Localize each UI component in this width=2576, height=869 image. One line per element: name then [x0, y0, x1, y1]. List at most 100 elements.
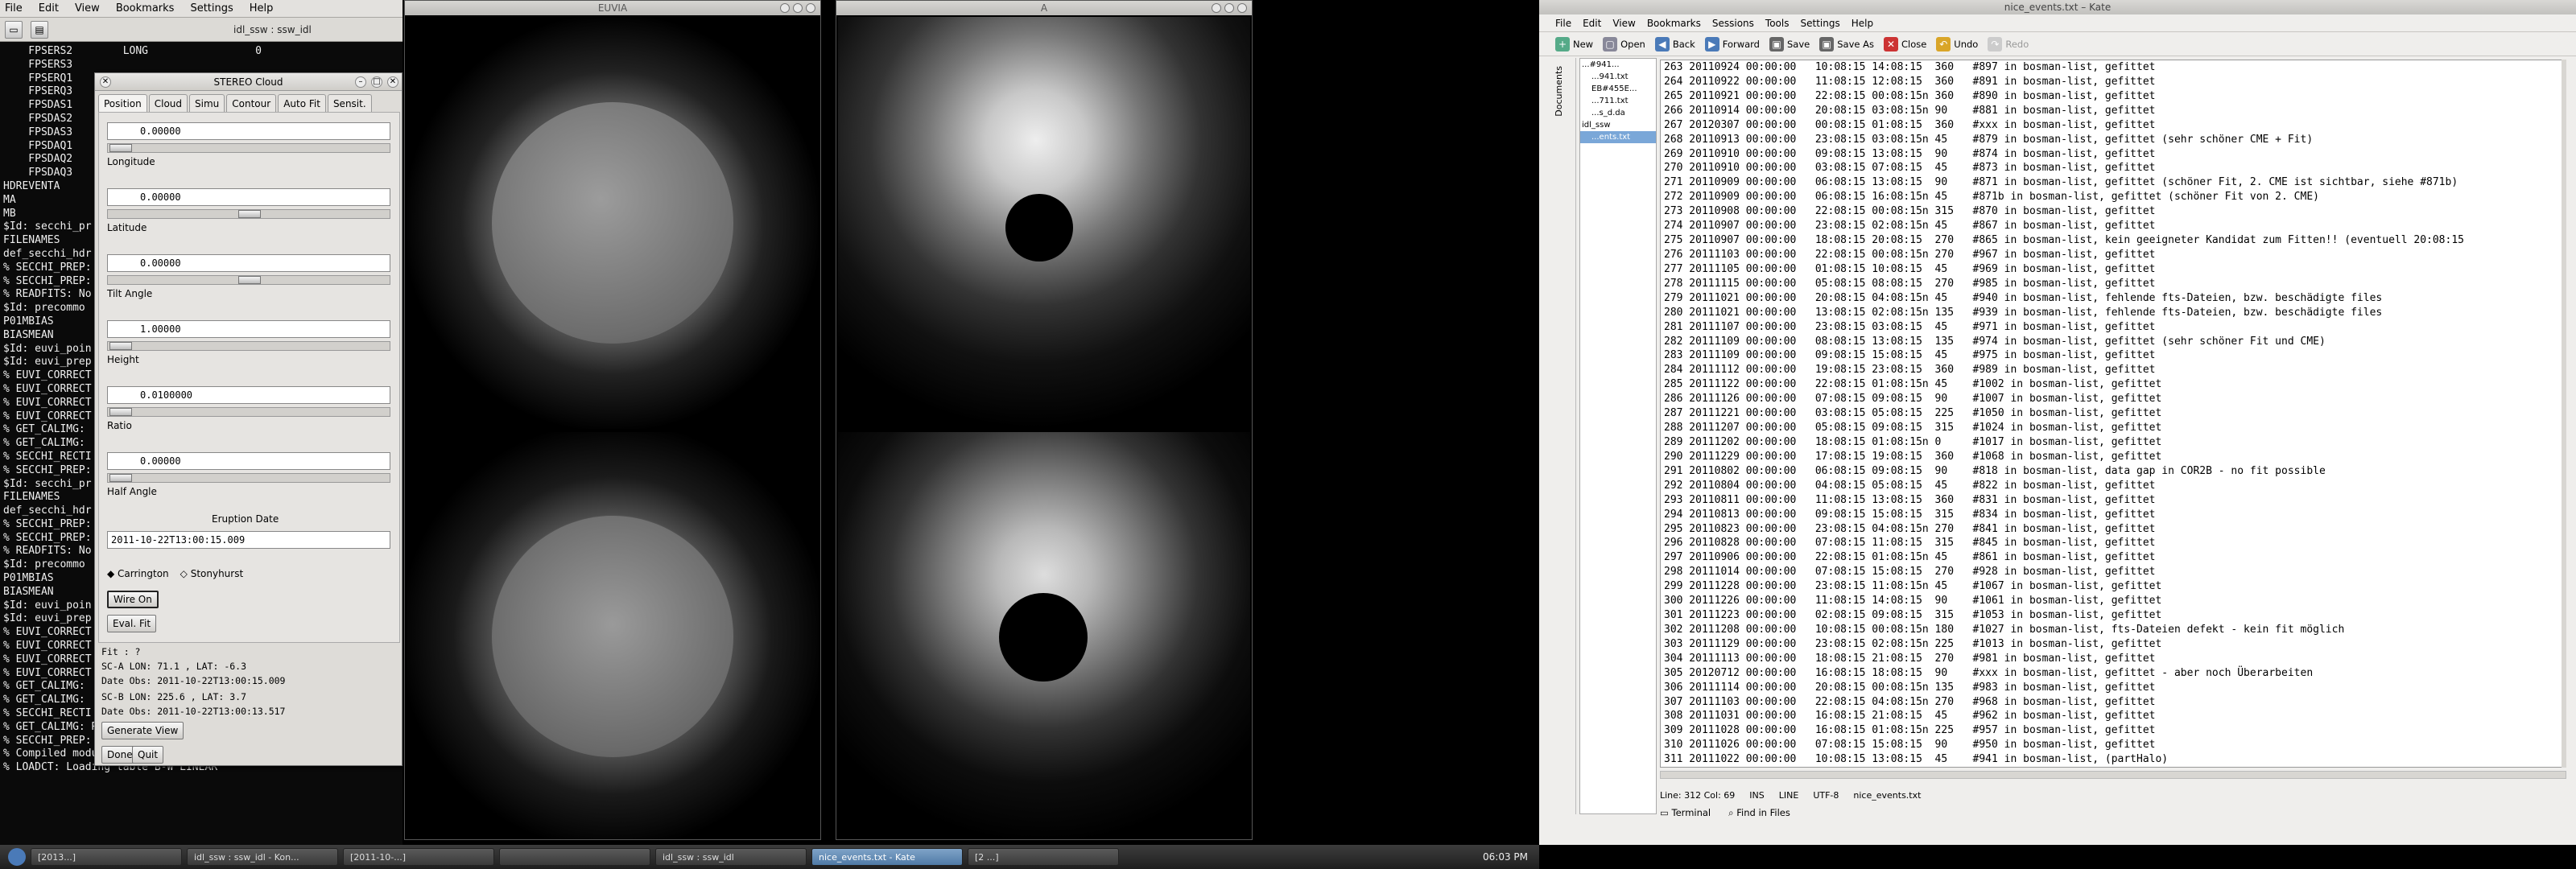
terminal-tab-title[interactable]: idl_ssw : ssw_idl [233, 24, 312, 35]
taskbar-item[interactable]: [2011-10-...] [343, 848, 494, 866]
redo-button[interactable]: ↷ Redo [1988, 36, 2029, 51]
menu-file[interactable]: File [1555, 18, 1571, 29]
editor-line[interactable]: 283 20111109 00:00:00 09:08:15 15:08:15 … [1664, 348, 2566, 363]
editor-line[interactable]: 264 20110922 00:00:00 11:08:15 12:08:15 … [1664, 75, 2566, 89]
slider-knob[interactable] [109, 144, 132, 152]
latitude-field[interactable]: 0.00000 [107, 254, 390, 272]
tab-auto-fit[interactable]: Auto Fit [278, 94, 326, 112]
menu-settings[interactable]: Settings [190, 2, 233, 14]
editor-line[interactable]: 307 20111103 00:00:00 22:08:15 04:08:15n… [1664, 695, 2566, 710]
slider-knob[interactable] [109, 408, 132, 416]
menu-bookmarks[interactable]: Bookmarks [1647, 18, 1701, 29]
field-1[interactable]: 0.00000 [107, 122, 390, 140]
slider-1[interactable] [107, 143, 390, 153]
slider-knob[interactable] [238, 276, 261, 284]
menu-view[interactable]: View [75, 2, 100, 14]
documents-sidebar[interactable]: Documents [1544, 58, 1576, 814]
coronagraph-window-title[interactable]: A [836, 1, 1252, 15]
close-icon[interactable]: ✕ [387, 76, 398, 88]
ratio-slider[interactable] [107, 473, 390, 483]
back-button[interactable]: ◀ Back [1654, 36, 1695, 51]
editor-line[interactable]: 293 20110811 00:00:00 11:08:15 13:08:15 … [1664, 493, 2566, 508]
menu-file[interactable]: File [5, 2, 23, 14]
taskbar-item[interactable] [499, 848, 650, 866]
editor-line[interactable]: 301 20111223 00:00:00 02:08:15 09:08:15 … [1664, 608, 2566, 623]
taskbar-item[interactable]: [2 ...] [968, 848, 1119, 866]
editor-line[interactable]: 263 20110924 00:00:00 10:08:15 14:08:15 … [1664, 60, 2566, 75]
editor-line[interactable]: 277 20111105 00:00:00 01:08:15 10:08:15 … [1664, 262, 2566, 277]
editor-line[interactable]: 305 20120712 00:00:00 16:08:15 18:08:15 … [1664, 666, 2566, 681]
close-icon[interactable] [1237, 3, 1247, 13]
encoding[interactable]: UTF-8 [1813, 790, 1839, 801]
height-slider[interactable] [107, 407, 390, 417]
editor-line[interactable]: 288 20111207 00:00:00 05:08:15 09:08:15 … [1664, 421, 2566, 435]
generate-view-button[interactable]: Generate View [101, 722, 184, 739]
tree-item[interactable]: EB#455E... [1580, 83, 1656, 95]
kate-titlebar[interactable]: nice_events.txt – Kate [1539, 0, 2576, 14]
euvi-window-title[interactable]: EUVIA [405, 1, 820, 15]
tilt-angle-field[interactable]: 1.00000 [107, 320, 390, 338]
editor-line[interactable]: 310 20111026 00:00:00 07:08:15 15:08:15 … [1664, 738, 2566, 752]
menu-sessions[interactable]: Sessions [1712, 18, 1754, 29]
editor-line[interactable]: 311 20111022 00:00:00 10:08:15 13:08:15 … [1664, 752, 2566, 767]
editor-line[interactable]: 289 20111202 00:00:00 18:08:15 01:08:15n… [1664, 435, 2566, 450]
close-icon[interactable] [806, 3, 815, 13]
terminal-toolview-button[interactable]: ▭ Terminal [1660, 807, 1711, 818]
menu-tools[interactable]: Tools [1765, 18, 1790, 29]
euvi-image-window[interactable]: EUVIA [404, 0, 821, 840]
minimize-icon[interactable]: – [355, 76, 366, 88]
editor-line[interactable]: 287 20111221 00:00:00 03:08:15 05:08:15 … [1664, 406, 2566, 421]
maximize-icon[interactable] [1224, 3, 1234, 13]
editor-line[interactable]: 280 20111021 00:00:00 13:08:15 02:08:15n… [1664, 306, 2566, 320]
find-in-files-button[interactable]: ⌕ Find in Files [1728, 807, 1790, 819]
editor-line[interactable]: 309 20111028 00:00:00 16:08:15 01:08:15n… [1664, 723, 2566, 738]
editor-line[interactable]: 302 20111208 00:00:00 10:08:15 00:08:15n… [1664, 623, 2566, 637]
taskbar-item[interactable]: [2013...] [31, 848, 182, 866]
editor-line[interactable]: 268 20110913 00:00:00 23:08:15 03:08:15n… [1664, 133, 2566, 147]
dialog-menu-icon[interactable]: ✕ [100, 76, 111, 88]
wire-on-button[interactable]: Wire On [107, 591, 159, 608]
tab-cloud[interactable]: Cloud [148, 94, 188, 112]
save-button[interactable]: ▣ Save [1769, 36, 1810, 51]
editor-line[interactable]: 275 20110907 00:00:00 18:08:15 20:08:15 … [1664, 233, 2566, 248]
kde-menu-icon[interactable] [8, 848, 26, 866]
longitude-field[interactable]: 0.00000 [107, 188, 390, 206]
documents-tab[interactable]: Documents [1554, 66, 1564, 117]
new-tab-icon[interactable]: ▭ [5, 20, 23, 39]
eruption-date-field[interactable]: 2011-10-22T13:00:15.009 [107, 531, 390, 549]
menu-help[interactable]: Help [1852, 18, 1873, 29]
tree-item-selected[interactable]: ...ents.txt [1580, 131, 1656, 143]
editor-line[interactable]: 300 20111226 00:00:00 11:08:15 14:08:15 … [1664, 594, 2566, 608]
tilt-angle-slider[interactable] [107, 341, 390, 351]
quit-button[interactable]: Quit [132, 746, 164, 764]
taskbar-item[interactable]: idl_ssw : ssw_idl [655, 848, 807, 866]
maximize-icon[interactable]: □ [371, 76, 382, 88]
editor-line[interactable]: 308 20111031 00:00:00 16:08:15 21:08:15 … [1664, 709, 2566, 723]
split-icon[interactable]: ▤ [31, 20, 48, 39]
editor-line[interactable]: 281 20111107 00:00:00 23:08:15 03:08:15 … [1664, 320, 2566, 335]
minimize-icon[interactable] [780, 3, 790, 13]
editor-line[interactable]: 278 20111115 00:00:00 05:08:15 08:08:15 … [1664, 277, 2566, 291]
editor-line[interactable]: 291 20110802 00:00:00 06:08:15 09:08:15 … [1664, 464, 2566, 479]
minimize-icon[interactable] [1212, 3, 1221, 13]
editor-line[interactable]: 304 20111113 00:00:00 18:08:15 21:08:15 … [1664, 652, 2566, 666]
insert-mode[interactable]: INS [1749, 790, 1764, 801]
editor-line[interactable]: 276 20111103 00:00:00 22:08:15 00:08:15n… [1664, 248, 2566, 262]
editor-line[interactable]: 274 20110907 00:00:00 23:08:15 02:08:15n… [1664, 219, 2566, 233]
text-editor[interactable]: 263 20110924 00:00:00 10:08:15 14:08:15 … [1660, 60, 2566, 768]
tree-item[interactable]: ...941.txt [1580, 71, 1656, 83]
editor-line[interactable]: 295 20110823 00:00:00 23:08:15 04:08:15n… [1664, 522, 2566, 537]
tab-contour[interactable]: Contour [226, 94, 277, 112]
latitude-slider[interactable] [107, 275, 390, 285]
tree-item[interactable]: ...#941... [1580, 59, 1656, 71]
editor-line[interactable]: 279 20111021 00:00:00 20:08:15 04:08:15n… [1664, 291, 2566, 306]
slider-knob[interactable] [109, 474, 132, 482]
tree-item[interactable]: ...711.txt [1580, 95, 1656, 107]
new-button[interactable]: + New [1555, 36, 1593, 51]
slider-knob[interactable] [238, 210, 261, 218]
menu-edit[interactable]: Edit [1583, 18, 1601, 29]
editor-line[interactable]: 271 20110909 00:00:00 06:08:15 13:08:15 … [1664, 175, 2566, 190]
editor-line[interactable]: 282 20111109 00:00:00 08:08:15 13:08:15 … [1664, 335, 2566, 349]
taskbar-item[interactable]: idl_ssw : ssw_idl - Kon... [187, 848, 338, 866]
tab-simu[interactable]: Simu [189, 94, 225, 112]
